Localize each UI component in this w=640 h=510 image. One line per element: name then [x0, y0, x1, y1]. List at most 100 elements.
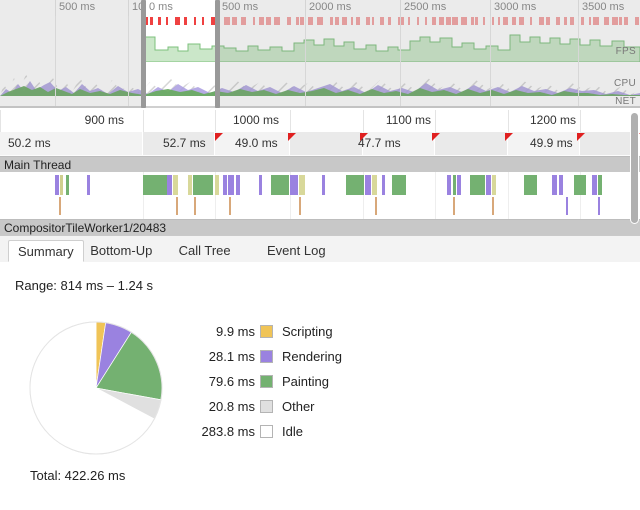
overview-frame-marker — [417, 17, 419, 25]
legend-label: Painting — [282, 374, 329, 389]
selection-handle-right[interactable] — [215, 0, 220, 108]
overview-band-label-fps: FPS — [615, 46, 636, 57]
flame-bar[interactable] — [167, 175, 172, 195]
legend-row[interactable]: 28.1 ms Rendering — [185, 347, 415, 372]
overview-frame-marker — [512, 17, 516, 25]
legend-row[interactable]: 20.8 ms Other — [185, 397, 415, 422]
flame-bar[interactable] — [299, 175, 305, 195]
frame-warning-icon — [288, 133, 296, 141]
overview-frame-markers — [0, 16, 640, 26]
frame-block[interactable] — [435, 132, 508, 155]
flame-bar[interactable] — [486, 175, 491, 195]
legend-row[interactable]: 79.6 ms Painting — [185, 372, 415, 397]
frame-duration-label: 50.2 ms — [8, 136, 51, 150]
flame-bar[interactable] — [559, 175, 563, 195]
detail-ruler-tick: 1000 ms — [203, 110, 283, 132]
flame-bar[interactable] — [346, 175, 364, 195]
flame-bar[interactable] — [87, 175, 90, 195]
flame-bar[interactable] — [229, 197, 231, 215]
flame-bar[interactable] — [60, 175, 63, 195]
overview-frame-marker — [570, 17, 574, 25]
flame-bar[interactable] — [271, 175, 289, 195]
overview-frame-marker — [593, 17, 599, 25]
flame-bar[interactable] — [592, 175, 597, 195]
track-header-compositor-tile-worker[interactable]: CompositorTileWorker1/20483 — [0, 219, 640, 235]
flame-bar[interactable] — [215, 175, 219, 195]
flame-bar[interactable] — [470, 175, 485, 195]
flame-bar[interactable] — [372, 175, 377, 195]
flame-bar[interactable] — [223, 175, 227, 195]
flame-bar[interactable] — [290, 175, 298, 195]
legend-row[interactable]: 9.9 ms Scripting — [185, 322, 415, 347]
tab-bottom-up[interactable]: Bottom-Up — [81, 240, 161, 262]
overview-frame-marker — [503, 17, 508, 25]
frame-duration-label: 49.0 ms — [235, 136, 278, 150]
flame-bar[interactable] — [176, 197, 178, 215]
timeline-vertical-scrollbar[interactable] — [630, 112, 639, 227]
flame-bar[interactable] — [382, 175, 385, 195]
legend-row[interactable]: 283.8 ms Idle — [185, 422, 415, 447]
flame-bar[interactable] — [524, 175, 537, 195]
legend-label: Rendering — [282, 349, 342, 364]
flame-bar[interactable] — [457, 175, 461, 195]
flame-bar[interactable] — [447, 175, 451, 195]
flame-bar[interactable] — [193, 175, 213, 195]
frames-track[interactable]: 50.2 ms 52.7 ms 49.0 ms 47.7 ms 49.9 ms — [0, 132, 640, 157]
detail-time-ruler: 900 ms 1000 ms 1100 ms 1200 ms — [0, 110, 640, 132]
flame-bar[interactable] — [453, 175, 456, 195]
overview-frame-marker — [475, 17, 478, 25]
detail-ruler-tick: 1100 ms — [355, 110, 435, 132]
flame-bar[interactable] — [322, 175, 325, 195]
overview-frame-marker — [342, 17, 347, 25]
overview-frame-marker — [432, 17, 436, 25]
overview-gridline — [490, 16, 491, 108]
flame-bar[interactable] — [552, 175, 557, 195]
timeline-overview-pane[interactable]: 500 ms 10 0 ms 500 ms 2000 ms 2500 ms 3000 ms 3… — [0, 0, 640, 108]
flame-bar[interactable] — [566, 197, 568, 215]
tab-call-tree[interactable]: Call Tree — [170, 240, 240, 262]
flame-bar[interactable] — [173, 175, 178, 195]
flame-bar[interactable] — [188, 175, 192, 195]
overview-frame-marker — [498, 17, 500, 25]
flame-bar[interactable] — [55, 175, 59, 195]
flame-bar[interactable] — [236, 175, 240, 195]
flame-bar[interactable] — [259, 175, 262, 195]
flame-bar[interactable] — [365, 175, 371, 195]
flame-bar[interactable] — [598, 175, 602, 195]
frame-block[interactable] — [290, 132, 363, 155]
flame-bar[interactable] — [66, 175, 69, 195]
tab-event-log[interactable]: Event Log — [258, 240, 335, 262]
track-header-main-thread[interactable]: Main Thread — [0, 156, 640, 172]
overview-frame-marker — [581, 17, 584, 25]
flame-gridline — [508, 172, 509, 219]
summary-legend: 9.9 ms Scripting 28.1 ms Rendering 79.6 ms Pa… — [185, 322, 415, 447]
overview-frame-marker — [539, 17, 544, 25]
main-thread-flame-chart[interactable] — [0, 172, 640, 219]
scrollbar-thumb[interactable] — [630, 112, 639, 224]
selection-handle-left[interactable] — [141, 0, 146, 108]
flame-bar[interactable] — [375, 197, 377, 215]
overview-gridline — [55, 16, 56, 108]
overview-ruler-tick: 3000 ms — [490, 0, 536, 16]
overview-frame-marker — [366, 17, 370, 25]
flame-bar[interactable] — [574, 175, 586, 195]
flame-bar[interactable] — [299, 197, 301, 215]
flame-bar[interactable] — [143, 175, 167, 195]
flame-bar[interactable] — [492, 175, 496, 195]
flame-bar[interactable] — [392, 175, 406, 195]
overview-frame-marker — [446, 17, 451, 25]
flame-bar[interactable] — [228, 175, 234, 195]
flame-bar[interactable] — [598, 197, 600, 215]
tab-summary[interactable]: Summary — [8, 240, 84, 262]
overview-frame-marker — [287, 17, 291, 25]
overview-frame-marker — [624, 17, 628, 25]
flame-bar[interactable] — [492, 197, 494, 215]
overview-frame-marker — [519, 17, 524, 25]
flame-bar[interactable] — [59, 197, 61, 215]
flame-bar[interactable] — [194, 197, 196, 215]
details-tabbar: Summary Bottom-Up Call Tree Event Log — [0, 236, 640, 263]
overview-frame-marker — [439, 17, 444, 25]
overview-gridline — [400, 16, 401, 108]
flame-bar[interactable] — [453, 197, 455, 215]
detail-ruler-gridline — [290, 110, 362, 132]
